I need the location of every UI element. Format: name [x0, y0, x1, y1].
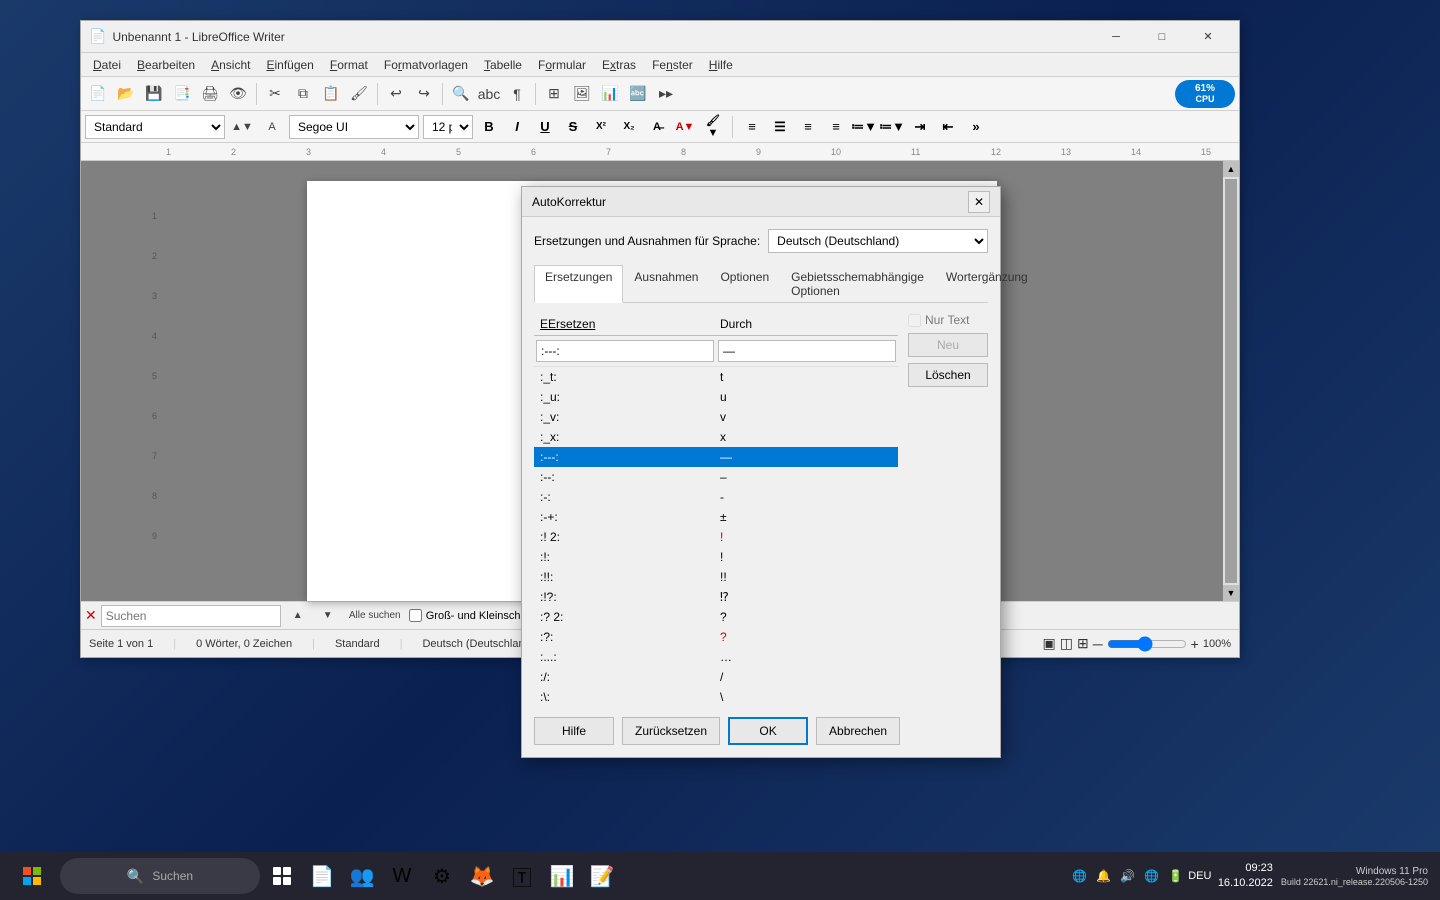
table-row[interactable]: :!: ! — [534, 547, 898, 567]
taskbar-firefox[interactable]: 🦊 — [464, 858, 500, 894]
table-row[interactable]: :!?: ⁉ — [534, 587, 898, 607]
neu-btn[interactable]: Neu — [908, 333, 988, 357]
task-view-btn[interactable] — [264, 858, 300, 894]
clock-time: 09:23 — [1218, 861, 1273, 876]
nur-text-row: Nur Text — [908, 313, 988, 327]
start-button[interactable] — [8, 852, 56, 900]
dialog-content: Ersetzungen und Ausnahmen für Sprache: D… — [522, 217, 1000, 757]
table-row[interactable]: :_u: u — [534, 387, 898, 407]
time-area[interactable]: 09:23 16.10.2022 — [1218, 861, 1273, 892]
column-headers: EErsetzen Durch — [534, 313, 898, 336]
tabs-row: Ersetzungen Ausnahmen Optionen Gebietssc… — [534, 265, 988, 303]
input-row — [534, 336, 898, 367]
table-row[interactable]: :-: - — [534, 487, 898, 507]
language-dropdown[interactable]: Deutsch (Deutschland) — [768, 229, 988, 253]
table-row[interactable]: :? 2: ? — [534, 607, 898, 627]
sys-language: DEU — [1190, 866, 1210, 886]
table-row[interactable]: :!!: !! — [534, 567, 898, 587]
systray-icons: 🌐 🔔 🔊 🌐 🔋 DEU — [1070, 866, 1210, 886]
side-buttons: Nur Text Neu Löschen — [908, 313, 988, 707]
table-row[interactable]: :...: … — [534, 647, 898, 667]
loeschen-btn[interactable]: Löschen — [908, 363, 988, 387]
ersetzen-input[interactable] — [536, 340, 714, 362]
tab-wortergaenzung[interactable]: Wortergänzung — [935, 265, 1039, 302]
nur-text-checkbox[interactable] — [908, 314, 921, 327]
dialog-bottom-buttons: Hilfe Zurücksetzen OK Abbrechen — [534, 707, 988, 745]
tab-optionen[interactable]: Optionen — [709, 265, 780, 302]
sys-battery[interactable]: 🔋 — [1166, 866, 1186, 886]
ok-btn[interactable]: OK — [728, 717, 808, 745]
autokorrektur-dialog: AutoKorrektur ✕ Ersetzungen und Ausnahme… — [521, 186, 1001, 758]
language-label: Ersetzungen und Ausnahmen für Sprache: — [534, 234, 760, 248]
systray: 🌐 🔔 🔊 🌐 🔋 DEU 09:23 16.10.2022 Windows 1… — [1070, 861, 1432, 892]
table-row[interactable]: :--: – — [534, 467, 898, 487]
col-ersetzen-header: EErsetzen — [540, 317, 720, 331]
taskbar-settings[interactable]: ⚙ — [424, 858, 460, 894]
tab-gebietsschema[interactable]: Gebietsschemabhängige Optionen — [780, 265, 935, 302]
language-row: Ersetzungen und Ausnahmen für Sprache: D… — [534, 229, 988, 253]
tab-ausnahmen[interactable]: Ausnahmen — [623, 265, 709, 302]
sys-icon4[interactable]: 🌐 — [1142, 866, 1162, 886]
search-icon: 🔍 — [127, 868, 144, 885]
autocorr-table: :_t: t :_u: u :_v: — [534, 367, 898, 707]
taskbar-word[interactable]: W — [384, 858, 420, 894]
taskbar-app3[interactable]: 📝 — [584, 858, 620, 894]
clock-date: 16.10.2022 — [1218, 876, 1273, 891]
dialog-main: EErsetzen Durch — [534, 313, 988, 707]
taskbar-teams[interactable]: 👥 — [344, 858, 380, 894]
sys-icon1[interactable]: 🌐 — [1070, 866, 1090, 886]
table-row[interactable]: :_v: v — [534, 407, 898, 427]
ersetzen-cell: :_t: — [534, 367, 714, 387]
nur-text-label: Nur Text — [925, 313, 969, 327]
col-durch-header: Durch — [720, 317, 892, 331]
table-section: EErsetzen Durch — [534, 313, 898, 707]
autocorr-table-scroll[interactable]: :_t: t :_u: u :_v: — [534, 367, 898, 707]
table-row-selected[interactable]: :---: — — [534, 447, 898, 467]
table-row[interactable]: :! 2: ! — [534, 527, 898, 547]
dialog-title-text: AutoKorrektur — [532, 195, 968, 209]
sys-icon2[interactable]: 🔔 — [1094, 866, 1114, 886]
taskbar-search-label: Suchen — [152, 869, 193, 883]
table-row[interactable]: :-+: ± — [534, 507, 898, 527]
taskbar-app1[interactable]: 🅃 — [504, 858, 540, 894]
taskbar: 🔍 Suchen 📄 👥 W ⚙ 🦊 🅃 📊 📝 — [0, 852, 1440, 900]
table-row[interactable]: :_t: t — [534, 367, 898, 387]
durch-input[interactable] — [718, 340, 896, 362]
tab-ersetzungen[interactable]: Ersetzungen — [534, 265, 623, 303]
abbrechen-btn[interactable]: Abbrechen — [816, 717, 900, 745]
sys-icon3[interactable]: 🔊 — [1118, 866, 1138, 886]
dialog-overlay: AutoKorrektur ✕ Ersetzungen und Ausnahme… — [81, 21, 1239, 657]
dialog-titlebar: AutoKorrektur ✕ — [522, 187, 1000, 217]
table-row[interactable]: :/: / — [534, 667, 898, 687]
dialog-close-btn[interactable]: ✕ — [968, 191, 990, 213]
taskbar-app2[interactable]: 📊 — [544, 858, 580, 894]
durch-cell: t — [714, 367, 898, 387]
zuruecksetzen-btn[interactable]: Zurücksetzen — [622, 717, 720, 745]
taskbar-search[interactable]: 🔍 Suchen — [60, 858, 260, 894]
table-row[interactable]: :_x: x — [534, 427, 898, 447]
taskbar-libreoffice[interactable]: 📄 — [304, 858, 340, 894]
hilfe-btn[interactable]: Hilfe — [534, 717, 614, 745]
table-row[interactable]: :\: \ — [534, 687, 898, 707]
table-row[interactable]: :?: ? — [534, 627, 898, 647]
os-info: Windows 11 Pro Build 22621.ni_release.22… — [1281, 866, 1428, 887]
